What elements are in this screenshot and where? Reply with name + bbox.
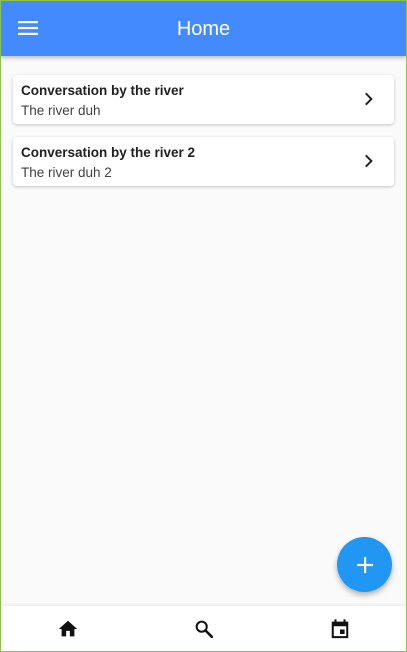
conversation-card[interactable]: Conversation by the river 2 The river du… [13,137,394,186]
conversation-card[interactable]: Conversation by the river The river duh [13,75,394,124]
home-icon [58,620,78,636]
chevron-right-icon [365,92,373,106]
conversation-subtitle: The river duh 2 [21,165,112,180]
nav-home-button[interactable] [38,606,98,651]
conversation-subtitle: The river duh [21,103,101,118]
search-icon [195,620,214,638]
nav-calendar-button[interactable] [310,606,370,651]
calendar-icon [331,618,349,638]
bottom-navigation [1,606,406,651]
plus-icon [356,556,373,573]
app-bar: Home [1,1,406,56]
page-title: Home [176,18,231,40]
add-conversation-button[interactable] [337,537,392,592]
nav-search-button[interactable] [174,606,234,651]
conversation-list: Conversation by the river The river duh … [13,75,394,199]
conversation-title: Conversation by the river [21,83,184,98]
conversation-title: Conversation by the river 2 [21,145,196,160]
app-frame: Home Conversation by the river The river… [0,0,407,652]
chevron-right-icon [365,154,373,168]
